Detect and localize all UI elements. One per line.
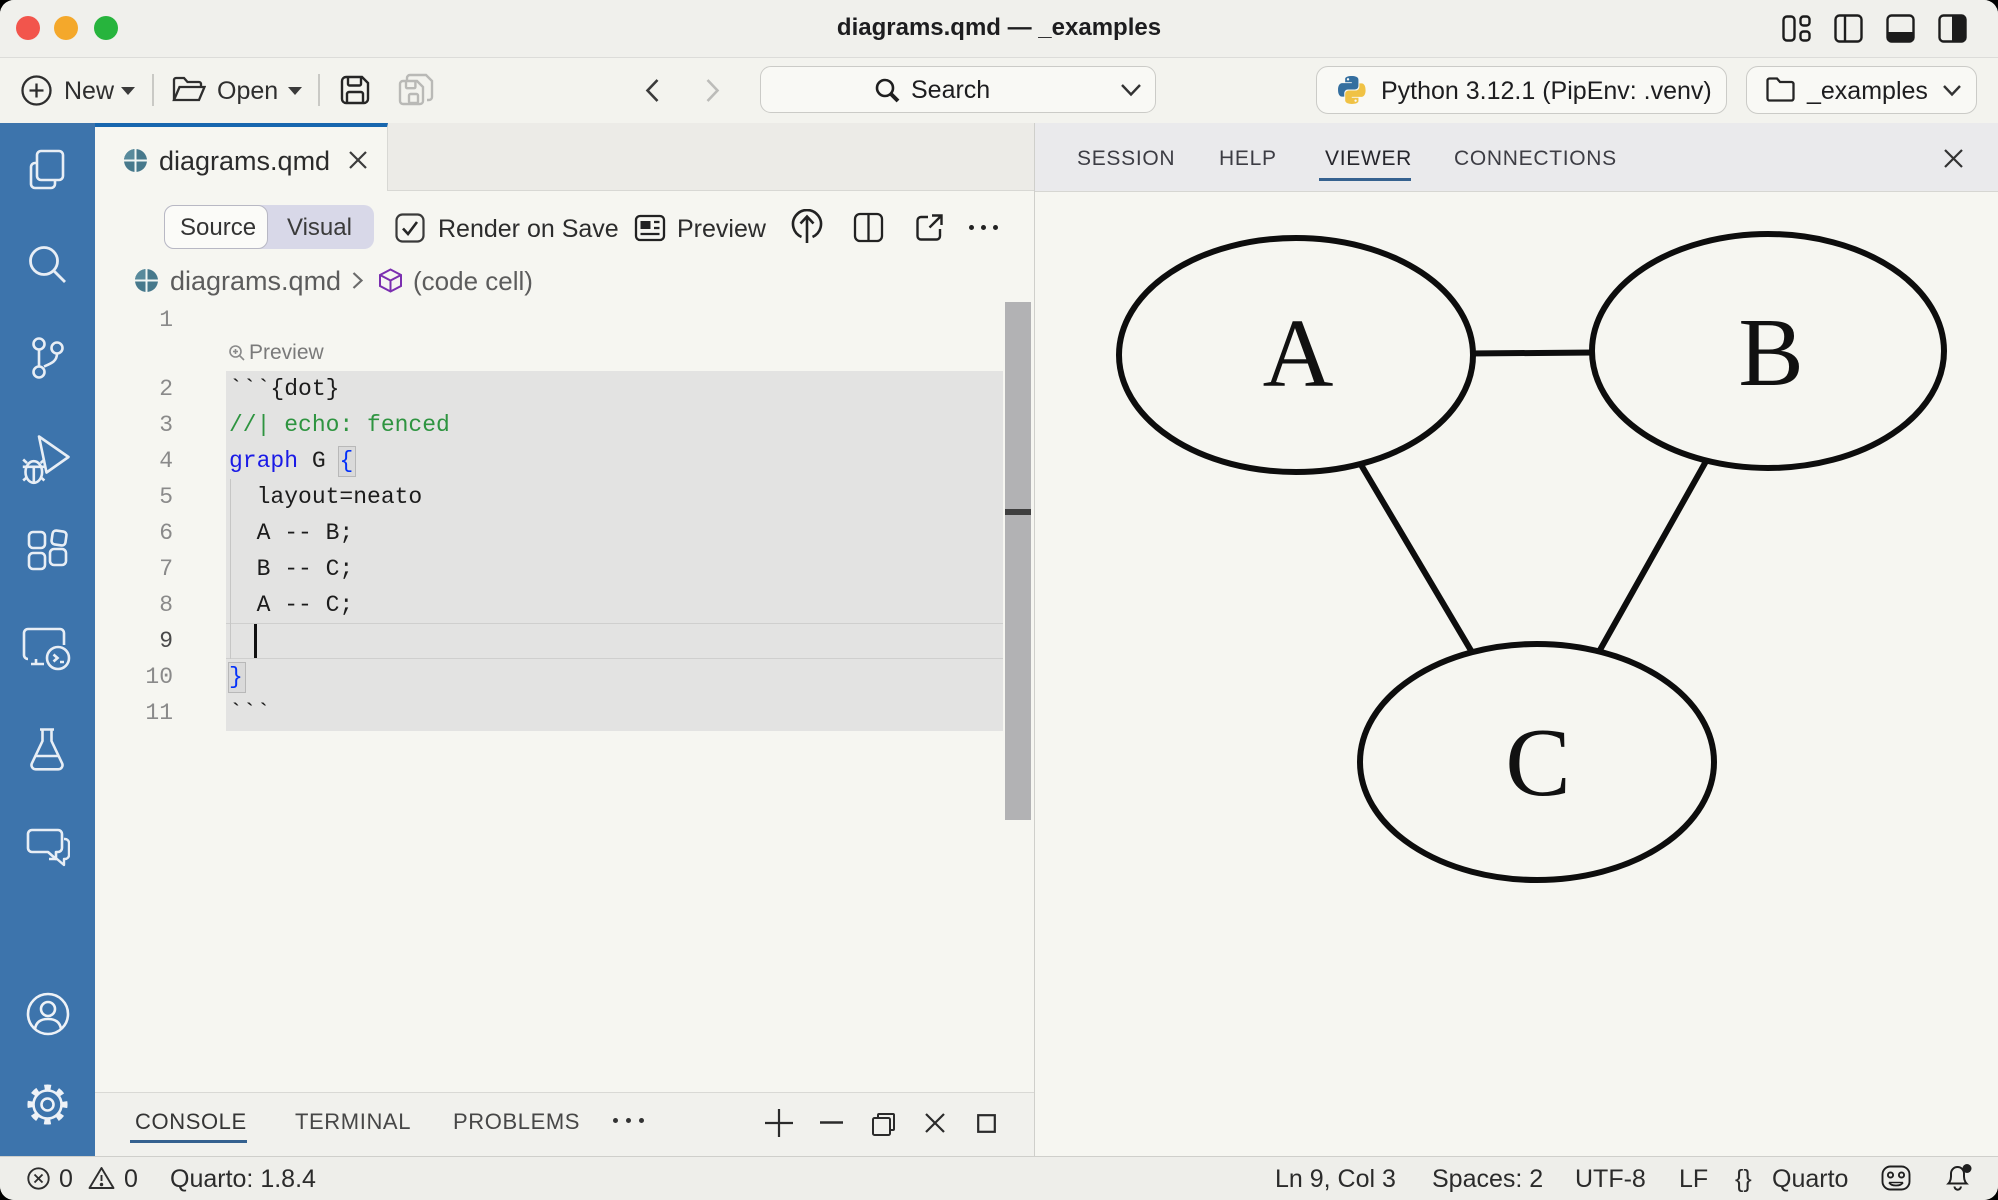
svg-text:C: C	[1505, 709, 1570, 817]
svg-text:B: B	[1738, 299, 1803, 407]
svg-text:A: A	[1263, 300, 1334, 408]
